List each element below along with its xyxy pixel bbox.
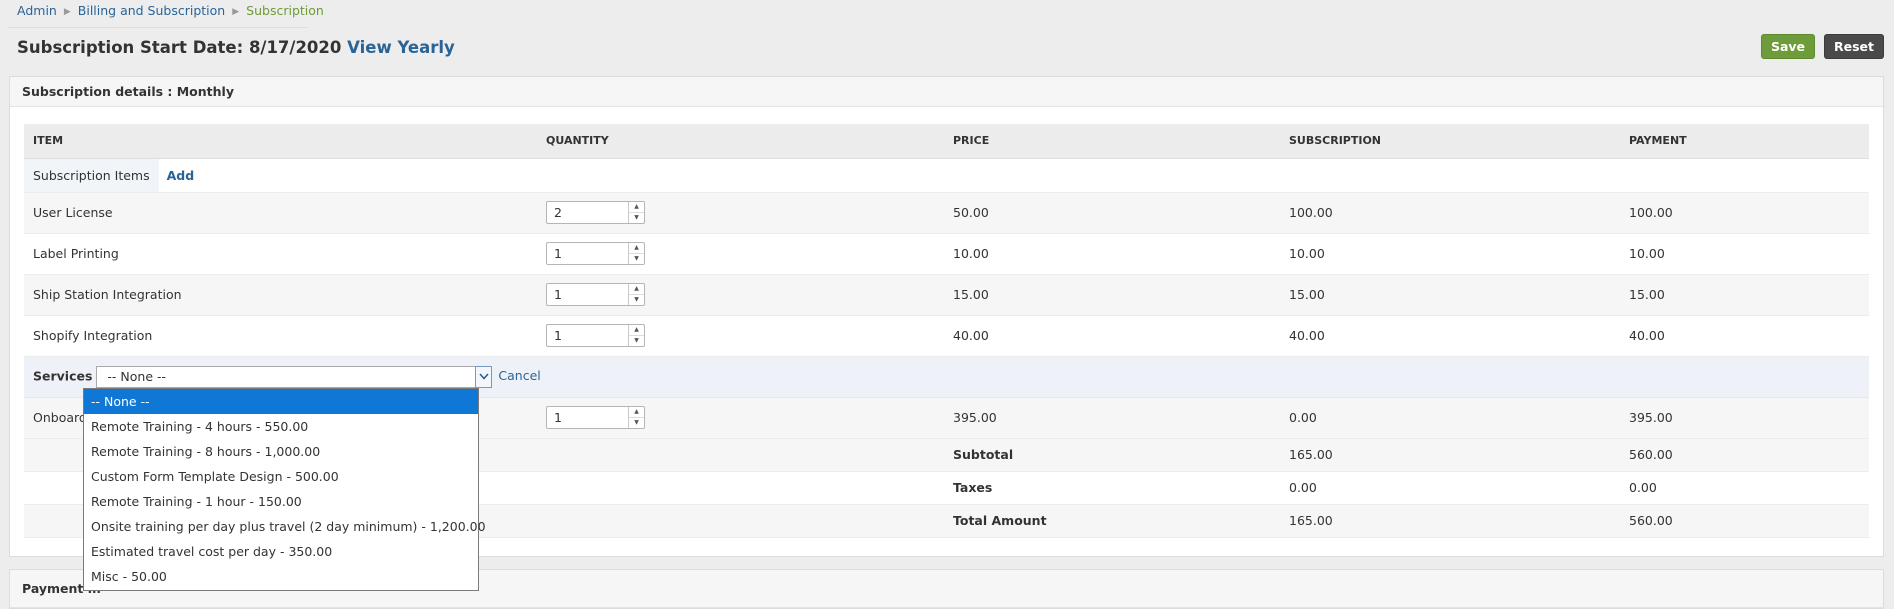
quantity-value[interactable]: 1 [547,284,628,305]
chevron-right-icon: ▶ [232,7,240,17]
services-select-value[interactable]: -- None -- [97,367,476,387]
decrement-icon[interactable]: ▼ [629,253,644,264]
quantity-stepper[interactable]: 2 ▲ ▼ [546,201,645,224]
dropdown-option[interactable]: Onsite training per day plus travel (2 d… [84,514,486,539]
dropdown-option[interactable]: Remote Training - 8 hours - 1,000.00 [84,439,478,464]
services-dropdown-list[interactable]: -- None -- Remote Training - 4 hours - 5… [83,388,486,591]
panel-title: Subscription details : Monthly [10,77,1883,107]
total-payment: 560.00 [1620,504,1869,538]
decrement-icon[interactable]: ▼ [629,212,644,223]
item-price: 50.00 [944,192,1280,234]
subtotal-payment: 560.00 [1620,438,1869,472]
item-price: 40.00 [944,315,1280,357]
item-payment: 10.00 [1620,233,1869,275]
increment-icon[interactable]: ▲ [629,325,644,335]
subscription-items-row: Subscription Items Add [24,158,1869,193]
table-row: User License 2 ▲ ▼ 50.00 100.00 100.00 [24,192,1869,234]
chevron-right-icon: ▶ [63,7,71,17]
breadcrumb-billing[interactable]: Billing and Subscription [78,3,225,18]
quantity-value[interactable]: 2 [547,202,628,223]
breadcrumb-admin[interactable]: Admin [17,3,57,18]
item-subscription: 10.00 [1280,233,1620,275]
increment-icon[interactable]: ▲ [629,407,644,417]
quantity-stepper[interactable]: 1 ▲ ▼ [546,242,645,265]
item-price: 395.00 [944,397,1280,439]
item-price: 15.00 [944,274,1280,316]
decrement-icon[interactable]: ▼ [629,294,644,305]
taxes-subscription: 0.00 [1280,471,1620,505]
item-name: Ship Station Integration [24,274,537,316]
dropdown-option[interactable]: Custom Form Template Design - 500.00 [84,464,478,489]
breadcrumb: Admin ▶ Billing and Subscription ▶ Subscript… [17,2,324,20]
dropdown-option[interactable]: Remote Training - 4 hours - 550.00 [84,414,478,439]
table-row: Shopify Integration 1 ▲ ▼ 40.00 40.00 40.0… [24,315,1869,357]
decrement-icon[interactable]: ▼ [629,335,644,346]
quantity-stepper[interactable]: 1 ▲ ▼ [546,283,645,306]
table-header-row: ITEM QUANTITY PRICE SUBSCRIPTION PAYMENT [24,124,1869,159]
dropdown-option[interactable]: Estimated travel cost per day - 350.00 [84,539,478,564]
col-subscription: SUBSCRIPTION [1280,124,1620,159]
cancel-service-link[interactable]: Cancel [498,368,540,383]
col-payment: PAYMENT [1620,124,1869,159]
breadcrumb-current: Subscription [246,3,324,18]
dropdown-option[interactable]: Misc - 50.00 [84,564,478,589]
item-payment: 395.00 [1620,397,1869,439]
quantity-value[interactable]: 1 [547,325,628,346]
item-payment: 40.00 [1620,315,1869,357]
subscription-items-label: Subscription Items [24,158,159,192]
dropdown-option[interactable]: -- None -- [84,389,478,414]
subtotal-label: Subtotal [944,438,1280,472]
item-price: 10.00 [944,233,1280,275]
quantity-value[interactable]: 1 [547,407,628,428]
chevron-down-icon[interactable] [475,365,493,388]
taxes-payment: 0.00 [1620,471,1869,505]
quantity-stepper[interactable]: 1 ▲ ▼ [546,406,645,429]
breadcrumb-divider [8,27,308,28]
increment-icon[interactable]: ▲ [629,284,644,294]
services-select[interactable]: -- None -- [96,365,493,388]
item-payment: 100.00 [1620,192,1869,234]
save-button[interactable]: Save [1761,34,1815,59]
col-item: ITEM [24,124,537,159]
increment-icon[interactable]: ▲ [629,243,644,253]
col-quantity: QUANTITY [537,124,944,159]
view-yearly-link[interactable]: View Yearly [347,38,455,57]
table-row: Label Printing 1 ▲ ▼ 10.00 10.00 10.00 [24,233,1869,275]
decrement-icon[interactable]: ▼ [629,417,644,428]
item-subscription: 0.00 [1280,397,1620,439]
col-price: PRICE [944,124,1280,159]
item-name: Shopify Integration [24,315,537,357]
page-title: Subscription Start Date: 8/17/2020 View … [17,38,455,57]
add-item-link[interactable]: Add [167,168,195,183]
item-subscription: 15.00 [1280,274,1620,316]
increment-icon[interactable]: ▲ [629,202,644,212]
item-subscription: 40.00 [1280,315,1620,357]
item-subscription: 100.00 [1280,192,1620,234]
item-name: User License [24,192,537,234]
reset-button[interactable]: Reset [1824,34,1884,59]
page-title-text: Subscription Start Date: 8/17/2020 [17,38,342,57]
subtotal-subscription: 165.00 [1280,438,1620,472]
taxes-label: Taxes [944,471,1280,505]
quantity-value[interactable]: 1 [547,243,628,264]
quantity-stepper[interactable]: 1 ▲ ▼ [546,324,645,347]
item-name: Label Printing [24,233,537,275]
table-row: Ship Station Integration 1 ▲ ▼ 15.00 15.00… [24,274,1869,316]
item-payment: 15.00 [1620,274,1869,316]
dropdown-option[interactable]: Remote Training - 1 hour - 150.00 [84,489,478,514]
services-label: Services [33,368,93,383]
total-label: Total Amount [944,504,1280,538]
total-subscription: 165.00 [1280,504,1620,538]
